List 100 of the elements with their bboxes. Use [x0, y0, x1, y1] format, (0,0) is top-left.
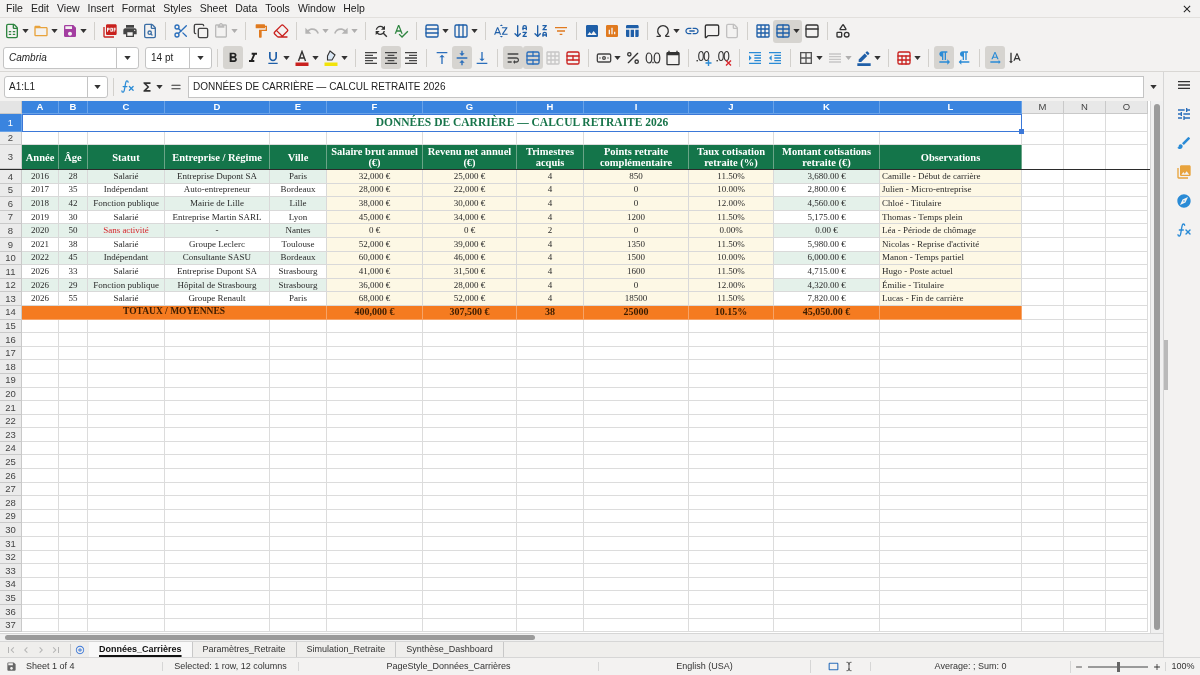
table-cell: 4: [517, 197, 584, 211]
table-cell: 0 €: [423, 224, 517, 238]
row-header[interactable]: 8: [0, 224, 22, 238]
row-header[interactable]: 2: [0, 132, 22, 145]
menu-item[interactable]: Window: [293, 0, 340, 17]
menu-item[interactable]: Data: [231, 0, 262, 17]
header-cell: Âge: [59, 145, 88, 169]
column-header[interactable]: C: [88, 101, 165, 114]
selection-handle[interactable]: [1019, 129, 1024, 134]
row-header[interactable]: 18: [0, 360, 22, 374]
bold-button[interactable]: [223, 46, 243, 69]
table-cell: 38,000 €: [327, 197, 423, 211]
font-size-combobox[interactable]: 14 pt: [145, 46, 212, 69]
caret-icon: [816, 55, 823, 60]
column-header[interactable]: D: [165, 101, 270, 114]
menu-item[interactable]: Insert: [83, 0, 118, 17]
table-cell: Nantes: [270, 224, 327, 238]
font-name-combobox[interactable]: Cambria: [3, 46, 139, 69]
column-header[interactable]: F: [327, 101, 423, 114]
row-header[interactable]: 25: [0, 455, 22, 470]
align-center-button[interactable]: [381, 46, 401, 69]
omega-icon: [655, 23, 671, 39]
row-header[interactable]: 30: [0, 523, 22, 538]
row-header[interactable]: 16: [0, 333, 22, 347]
merge-center-button[interactable]: [523, 46, 543, 69]
folder-icon: [33, 23, 49, 39]
table-cell: 25,000 €: [423, 170, 517, 184]
row-header[interactable]: 11: [0, 265, 22, 279]
column-header[interactable]: B: [59, 101, 88, 114]
scrollbar-thumb[interactable]: [1154, 104, 1160, 630]
column-header[interactable]: L: [880, 101, 1022, 114]
column-header[interactable]: K: [774, 101, 880, 114]
row-header[interactable]: 26: [0, 469, 22, 483]
menu-item[interactable]: Help: [339, 0, 369, 17]
formula-input-field[interactable]: DONNÉES DE CARRIÈRE — CALCUL RETRAITE 2026: [188, 75, 1144, 98]
table-cell: 0: [584, 197, 689, 211]
slider-thumb[interactable]: [1117, 661, 1120, 672]
menu-item[interactable]: Sheet: [195, 0, 232, 17]
table-cell: 2018: [22, 197, 59, 211]
scrollbar-thumb[interactable]: [5, 635, 535, 640]
sheet-tab[interactable]: Données_Carrières: [89, 642, 193, 657]
row-header[interactable]: 3: [0, 145, 22, 169]
zoom-level-label[interactable]: 100%: [1171, 662, 1195, 671]
table-cell: Hugo - Poste actuel: [880, 265, 1022, 279]
column-header[interactable]: G: [423, 101, 517, 114]
table-cell: -: [165, 224, 270, 238]
table-cell: 3,680.00 €: [774, 170, 880, 184]
left-to-right-button[interactable]: [934, 46, 954, 69]
caret-icon: [793, 29, 800, 33]
column-header[interactable]: A: [22, 101, 59, 114]
menu-item[interactable]: Edit: [26, 0, 53, 17]
column-header[interactable]: I: [584, 101, 689, 114]
underline-icon: [265, 49, 281, 66]
name-box-field[interactable]: A1:L1: [4, 75, 108, 98]
text-cursor-icon[interactable]: [844, 661, 854, 672]
column-header[interactable]: H: [517, 101, 584, 114]
center-vertically-button[interactable]: [452, 46, 472, 69]
table-cell: 2026: [22, 265, 59, 279]
row-header[interactable]: 4: [0, 170, 22, 184]
header-cell: Entreprise / Régime: [165, 145, 270, 169]
menu-item[interactable]: File: [2, 0, 27, 17]
column-header[interactable]: J: [689, 101, 774, 114]
vertical-scrollbar[interactable]: [1150, 101, 1163, 633]
table-cell: Salarié: [88, 265, 165, 279]
selection-mode-icon[interactable]: [827, 660, 840, 673]
caret-icon: [341, 55, 348, 60]
row-header[interactable]: 23: [0, 428, 22, 442]
photo-gallery-icon: [1176, 164, 1192, 180]
sidebar-collapse-handle[interactable]: [1164, 340, 1168, 390]
caret-icon: [22, 29, 29, 33]
row-header[interactable]: 36: [0, 605, 22, 619]
row-header[interactable]: 33: [0, 564, 22, 578]
menu-item[interactable]: Tools: [261, 0, 294, 17]
freeze-rows-columns-button[interactable]: [773, 19, 802, 43]
number-format-icon: [645, 49, 661, 66]
column-header[interactable]: N: [1064, 101, 1106, 114]
brush-icon: [1176, 135, 1192, 151]
caret-icon: [442, 29, 449, 33]
caret-icon: [471, 29, 478, 33]
row-header[interactable]: 13: [0, 292, 22, 306]
wrap-text-button[interactable]: [503, 46, 523, 69]
row-header[interactable]: 6: [0, 197, 22, 211]
column-header[interactable]: E: [270, 101, 327, 114]
row-header[interactable]: 1: [0, 114, 22, 132]
row-header[interactable]: 35: [0, 591, 22, 605]
row-header[interactable]: 31: [0, 537, 22, 551]
row-header[interactable]: 28: [0, 496, 22, 510]
row-header[interactable]: 21: [0, 401, 22, 415]
language-label[interactable]: English (USA): [676, 662, 733, 671]
table-cell: 28: [59, 170, 88, 184]
menu-item[interactable]: Format: [117, 0, 160, 17]
table-cell: Camille - Début de carrière: [880, 170, 1022, 184]
column-header[interactable]: M: [1022, 101, 1064, 114]
caret-icon: [197, 55, 204, 60]
window-split-icon: [804, 23, 820, 39]
page-style-label[interactable]: PageStyle_Données_Carrières: [386, 662, 511, 671]
column-header[interactable]: O: [1106, 101, 1148, 114]
menu-item[interactable]: Styles: [159, 0, 196, 17]
paragraph-rtl-icon: [956, 49, 972, 66]
menu-item[interactable]: View: [53, 0, 84, 17]
